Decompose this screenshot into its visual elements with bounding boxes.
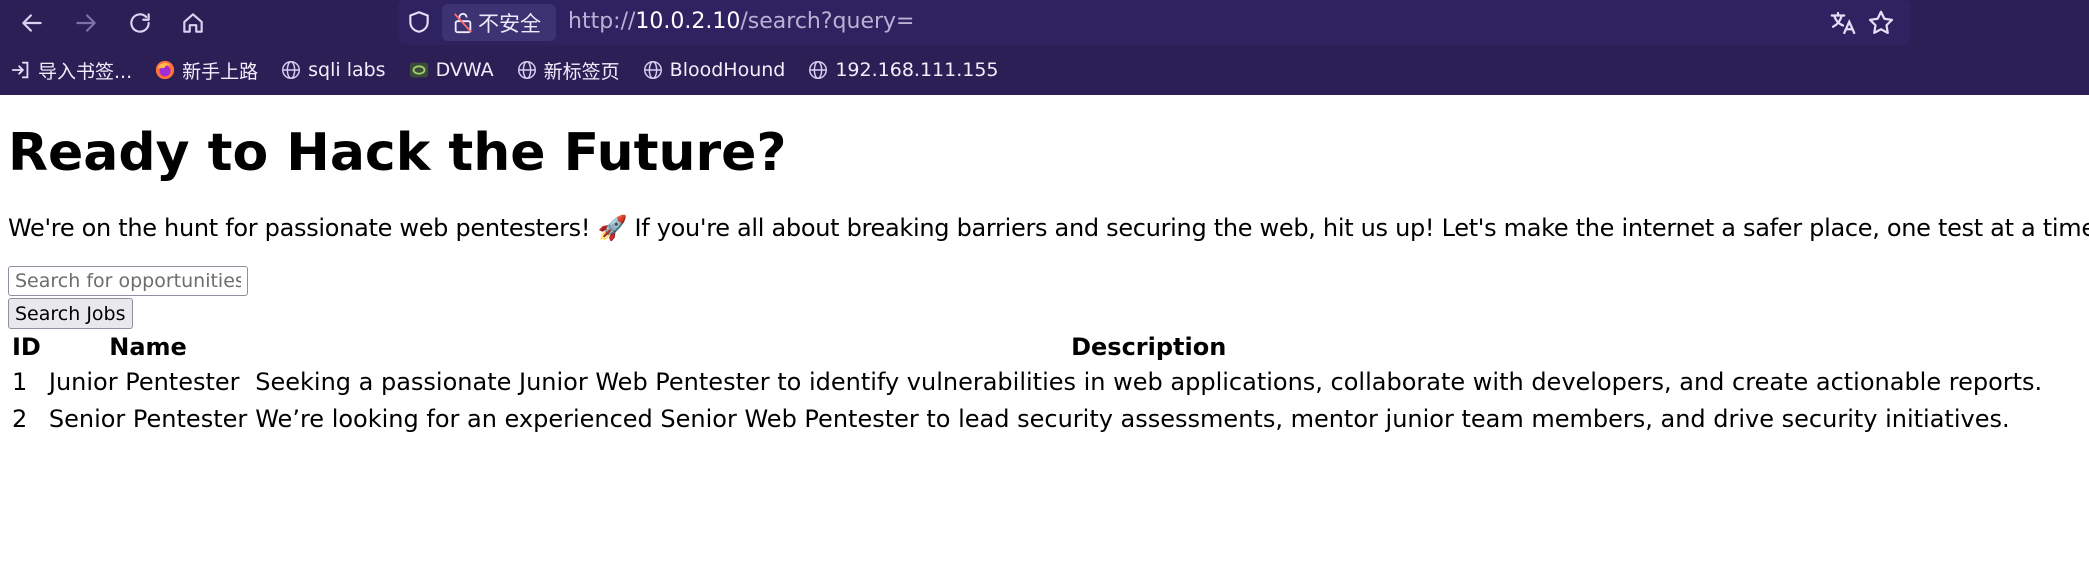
bookmark-new-tab[interactable]: 新标签页 — [516, 57, 620, 84]
column-header-description: Description — [1071, 333, 1227, 362]
table-row: 2 Senior Pentester We’re looking for an … — [8, 400, 2046, 437]
bookmark-label: BloodHound — [669, 59, 786, 81]
bookmark-dvwa[interactable]: DVWA — [408, 59, 494, 81]
back-arrow-icon — [22, 14, 42, 32]
globe-icon — [517, 61, 536, 79]
job-id: 2 — [12, 404, 28, 433]
reload-button[interactable] — [122, 5, 158, 41]
column-header-name: Name — [109, 333, 187, 362]
broken-lock-icon — [454, 12, 472, 33]
import-icon — [11, 61, 29, 79]
job-name: Junior Pentester — [48, 367, 240, 396]
bookmark-label: DVWA — [435, 59, 494, 81]
forward-button[interactable] — [68, 5, 104, 41]
bookmark-ip-address[interactable]: 192.168.111.155 — [807, 59, 999, 81]
browser-chrome: 不安全 http://10.0.2.10/search?query= 导入书签.… — [0, 0, 2089, 95]
browser-toolbar: 不安全 http://10.0.2.10/search?query= — [0, 0, 2089, 45]
globe-icon — [643, 61, 662, 79]
jobs-table: ID Name Description 1 Junior Pentester S… — [8, 331, 2046, 437]
table-header-row: ID Name Description — [8, 331, 2046, 363]
home-button[interactable] — [175, 5, 211, 41]
bookmark-label: 新标签页 — [543, 60, 620, 83]
table-row: 1 Junior Pentester Seeking a passionate … — [8, 363, 2046, 400]
search-jobs-button[interactable]: Search Jobs — [8, 298, 133, 330]
connection-not-secure-badge[interactable]: 不安全 — [442, 4, 556, 41]
url-scheme: http:// — [568, 9, 636, 34]
bookmark-import[interactable]: 导入书签... — [10, 57, 132, 84]
job-name: Senior Pentester — [48, 404, 248, 433]
job-description: We’re looking for an experienced Senior … — [255, 404, 2010, 433]
bookmark-label: sqli labs — [308, 59, 386, 81]
reload-icon — [130, 13, 150, 33]
bookmark-label: 192.168.111.155 — [835, 59, 999, 81]
url-path: /search?query= — [740, 9, 915, 34]
search-input[interactable] — [8, 266, 248, 297]
translate-icon[interactable] — [1828, 8, 1858, 38]
globe-icon — [282, 61, 301, 79]
bookmark-star-icon[interactable] — [1866, 8, 1896, 38]
address-bar[interactable]: 不安全 http://10.0.2.10/search?query= — [398, 0, 1910, 45]
dvwa-icon — [409, 62, 428, 78]
globe-icon — [809, 61, 828, 79]
bookmark-bloodhound[interactable]: BloodHound — [642, 59, 786, 81]
forward-arrow-icon — [76, 14, 96, 32]
job-id: 1 — [12, 367, 28, 396]
page-content: Ready to Hack the Future? We're on the h… — [8, 95, 2089, 437]
bookmark-label: 新手上路 — [182, 60, 259, 83]
home-icon — [183, 13, 203, 33]
tracking-protection-shield-icon[interactable] — [406, 9, 432, 35]
url-text[interactable]: http://10.0.2.10/search?query= — [568, 9, 914, 34]
url-host: 10.0.2.10 — [635, 9, 741, 34]
bookmark-sqli-labs[interactable]: sqli labs — [280, 59, 386, 81]
bookmark-getting-started[interactable]: 新手上路 — [154, 57, 258, 84]
intro-text: We're on the hunt for passionate web pen… — [8, 214, 2089, 243]
job-description: Seeking a passionate Junior Web Penteste… — [255, 367, 2043, 396]
bookmark-label: 导入书签... — [38, 60, 133, 83]
bookmarks-bar: 导入书签... 新手上路 sqli labs DVWA 新标签页 BloodHo… — [0, 45, 2089, 95]
firefox-icon — [155, 60, 175, 80]
page-title: Ready to Hack the Future? — [8, 123, 787, 183]
security-label: 不安全 — [478, 11, 541, 36]
column-header-id: ID — [12, 333, 41, 362]
back-button[interactable] — [14, 5, 50, 41]
